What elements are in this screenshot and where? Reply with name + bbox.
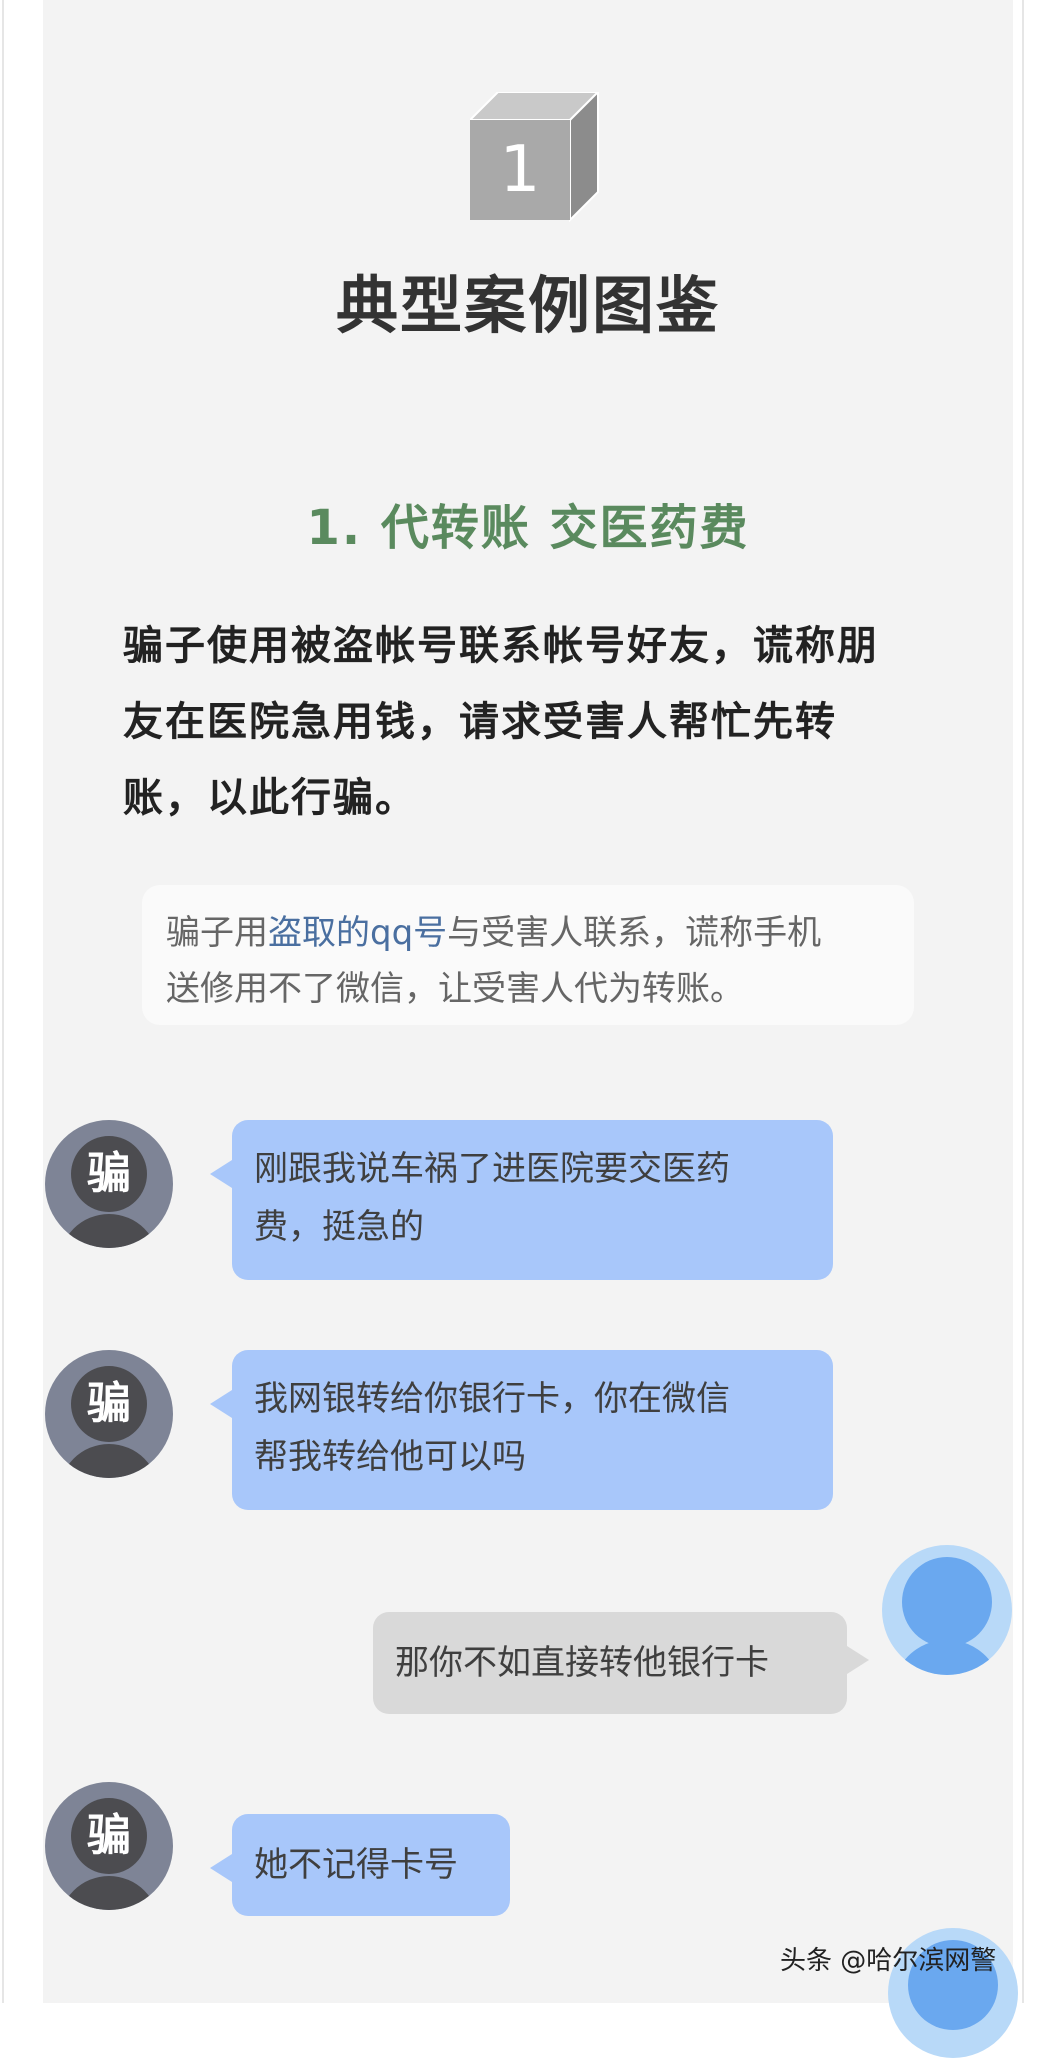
- case-description-line: 账，以此行骗。: [123, 775, 417, 821]
- chat-bubble-victim: 那你不如直接转他银行卡: [373, 1612, 869, 1714]
- message-line: 帮我转给他可以吗: [254, 1437, 526, 1477]
- scammer-avatar: 骗: [45, 1350, 173, 1478]
- note-text: 与受害人联系，谎称手机: [447, 913, 822, 953]
- chat-bubble-scammer: 我网银转给你银行卡，你在微信 帮我转给他可以吗: [210, 1350, 833, 1510]
- case-note-line: 送修用不了微信，让受害人代为转账。: [166, 969, 744, 1009]
- scammer-avatar-label: 骗: [71, 1366, 147, 1442]
- section-number-cube: 1: [467, 89, 601, 223]
- right-border: [1022, 0, 1024, 2003]
- case-description: 骗子使用被盗帐号联系帐号好友，谎称朋 友在医院急用钱，请求受害人帮忙先转 账，以…: [123, 608, 943, 836]
- case-note-line: 骗子用盗取的qq号与受害人联系，谎称手机: [166, 905, 890, 961]
- message-line: 刚跟我说车祸了进医院要交医药: [254, 1149, 730, 1189]
- case-title: 1. 代转账 交医药费: [306, 500, 750, 556]
- message-line: 她不记得卡号: [254, 1845, 458, 1885]
- scammer-avatar-label: 骗: [71, 1136, 147, 1212]
- left-border: [2, 0, 4, 2003]
- scammer-avatar: 骗: [45, 1782, 173, 1910]
- message-line: 那你不如直接转他银行卡: [395, 1643, 769, 1683]
- note-highlight: 盗取的qq号: [268, 913, 448, 953]
- section-number: 1: [499, 133, 541, 207]
- case-description-line: 友在医院急用钱，请求受害人帮忙先转: [123, 699, 837, 745]
- section-title: 典型案例图鉴: [335, 269, 720, 342]
- source-watermark: 头条 @哈尔滨网警: [780, 1946, 997, 1976]
- message-line: 我网银转给你银行卡，你在微信: [254, 1379, 730, 1419]
- victim-avatar: [882, 1545, 1012, 1675]
- message-line: 费，挺急的: [254, 1207, 424, 1247]
- chat-bubble-scammer: 她不记得卡号: [210, 1814, 510, 1916]
- case-description-line: 骗子使用被盗帐号联系帐号好友，谎称朋: [123, 623, 879, 669]
- chat-bubble-scammer: 刚跟我说车祸了进医院要交医药 费，挺急的: [210, 1120, 833, 1280]
- note-text: 骗子用: [166, 913, 268, 953]
- scammer-avatar-label: 骗: [71, 1798, 147, 1874]
- case-note-box: 骗子用盗取的qq号与受害人联系，谎称手机 送修用不了微信，让受害人代为转账。: [142, 885, 914, 1025]
- scammer-avatar: 骗: [45, 1120, 173, 1248]
